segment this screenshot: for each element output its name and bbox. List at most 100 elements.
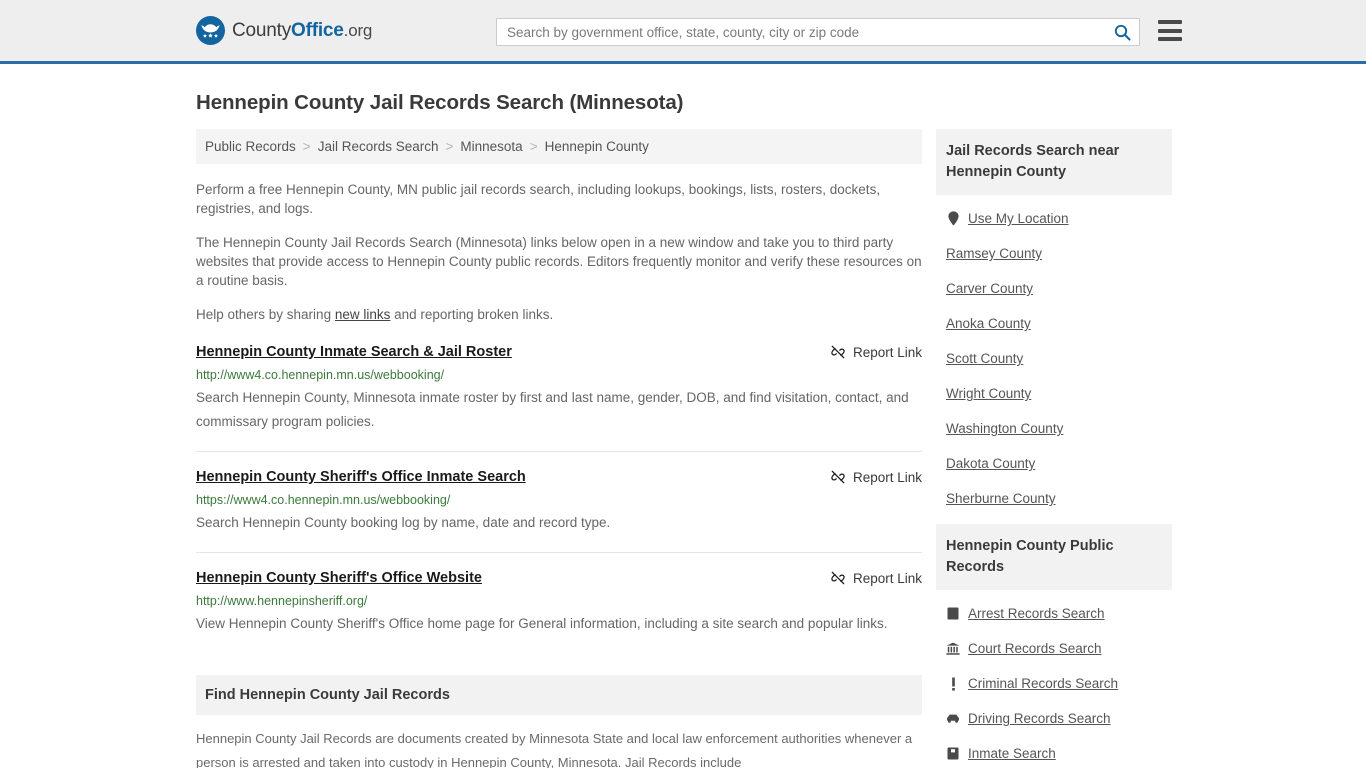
breadcrumb-item-jail-records-search[interactable]: Jail Records Search	[318, 139, 439, 154]
report-link-button[interactable]: Report Link	[830, 569, 922, 586]
report-link-button[interactable]: Report Link	[830, 343, 922, 360]
sidebar-item-label: Anoka County	[946, 316, 1031, 331]
intro-paragraph-2: The Hennepin County Jail Records Search …	[196, 235, 922, 288]
page-container: Hennepin County Jail Records Search (Min…	[0, 91, 1366, 768]
result-list: Hennepin County Inmate Search & Jail Ros…	[196, 343, 922, 653]
sidebar-item-label: Ramsey County	[946, 246, 1043, 261]
sidebar-item-driving-records-search[interactable]: Driving Records Search	[936, 701, 1172, 736]
nearby-jail-records-panel: Jail Records Search near Hennepin County…	[936, 129, 1172, 516]
car-icon	[946, 713, 960, 724]
result-title-link[interactable]: Hennepin County Sheriff's Office Website	[196, 569, 482, 587]
new-links-link[interactable]: new links	[335, 307, 391, 322]
hamburger-menu-icon[interactable]	[1158, 20, 1182, 41]
eagle-seal-logo-icon	[196, 16, 225, 45]
content-columns: Public Records > Jail Records Search > M…	[196, 129, 1176, 768]
hamburger-bar	[1158, 20, 1182, 24]
courthouse-icon	[946, 642, 960, 655]
sidebar-item-label: Dakota County	[946, 456, 1036, 471]
broken-link-icon	[831, 571, 845, 585]
search-icon	[1114, 24, 1131, 41]
hamburger-bar	[1158, 37, 1182, 41]
result-url: https://www4.co.hennepin.mn.us/webbookin…	[196, 493, 451, 507]
result-header: Hennepin County Sheriff's Office Inmate …	[196, 468, 922, 486]
sidebar-item-ramsey-county[interactable]: Ramsey County	[936, 236, 1172, 271]
hamburger-bar	[1158, 28, 1182, 33]
intro-text: Perform a free Hennepin County, MN publi…	[196, 180, 922, 324]
intro-p3-before: Help others by sharing	[196, 307, 335, 322]
breadcrumb-item-minnesota[interactable]: Minnesota	[460, 139, 522, 154]
brand-wordmark: CountyOffice.org	[232, 20, 372, 42]
broken-link-icon	[831, 345, 845, 359]
result-url: http://www.hennepinsheriff.org/	[196, 594, 368, 608]
sidebar-item-label: Criminal Records Search	[968, 676, 1119, 691]
map-pin-icon	[946, 211, 960, 226]
broken-link-icon	[831, 470, 845, 484]
fingerprint-icon	[946, 607, 960, 620]
sidebar-item-criminal-records-search[interactable]: Criminal Records Search	[936, 666, 1172, 701]
sidebar-item-label: Arrest Records Search	[968, 606, 1105, 621]
intro-paragraph-3: Help others by sharing new links and rep…	[196, 305, 922, 324]
result-item: Hennepin County Sheriff's Office Website…	[196, 569, 922, 653]
sidebar-item-label: Scott County	[946, 351, 1024, 366]
site-logo[interactable]: CountyOffice.org	[196, 16, 372, 45]
search-input[interactable]	[497, 19, 1105, 45]
site-header: CountyOffice.org	[0, 0, 1366, 64]
sidebar-item-label: Wright County	[946, 386, 1032, 401]
sidebar-item-label: Sherburne County	[946, 491, 1056, 506]
sidebar-item-dakota-county[interactable]: Dakota County	[936, 446, 1172, 481]
public-records-panel-list: Arrest Records Search Court Records Sear…	[936, 590, 1172, 768]
result-item: Hennepin County Sheriff's Office Inmate …	[196, 468, 922, 553]
brand-part2: Office	[291, 19, 344, 41]
intro-p3-after: and reporting broken links.	[390, 307, 554, 322]
sidebar-item-label: Driving Records Search	[968, 711, 1111, 726]
sidebar-item-court-records-search[interactable]: Court Records Search	[936, 631, 1172, 666]
sidebar-item-washington-county[interactable]: Washington County	[936, 411, 1172, 446]
report-link-label: Report Link	[852, 570, 922, 586]
sidebar-item-carver-county[interactable]: Carver County	[936, 271, 1172, 306]
search-button[interactable]	[1105, 19, 1139, 45]
sidebar-item-sherburne-county[interactable]: Sherburne County	[936, 481, 1172, 516]
sidebar-item-label: Court Records Search	[968, 641, 1102, 656]
result-url: http://www4.co.hennepin.mn.us/webbooking…	[196, 368, 445, 382]
brand-tld: .org	[343, 20, 373, 40]
result-item: Hennepin County Inmate Search & Jail Ros…	[196, 343, 922, 452]
sidebar-item-label: Use My Location	[968, 211, 1069, 226]
sidebar-item-label: Carver County	[946, 281, 1034, 296]
brand-part1: County	[232, 19, 292, 41]
report-link-label: Report Link	[852, 344, 922, 360]
result-title-link[interactable]: Hennepin County Inmate Search & Jail Ros…	[196, 343, 512, 361]
breadcrumb-separator: >	[529, 139, 538, 154]
result-description: Search Hennepin County booking log by na…	[196, 515, 611, 530]
breadcrumb-separator: >	[302, 139, 311, 154]
breadcrumb-item-hennepin-county: Hennepin County	[544, 139, 649, 154]
intro-paragraph-1: Perform a free Hennepin County, MN publi…	[196, 182, 881, 216]
sidebar-item-arrest-records-search[interactable]: Arrest Records Search	[936, 596, 1172, 631]
sidebar-item-anoka-county[interactable]: Anoka County	[936, 306, 1172, 341]
find-records-heading: Find Hennepin County Jail Records	[196, 675, 922, 715]
result-title-link[interactable]: Hennepin County Sheriff's Office Inmate …	[196, 468, 526, 486]
sidebar-item-inmate-search[interactable]: Inmate Search	[936, 736, 1172, 768]
sidebar-item-scott-county[interactable]: Scott County	[936, 341, 1172, 376]
search-bar	[496, 18, 1140, 46]
find-records-body: Hennepin County Jail Records are documen…	[196, 727, 922, 768]
report-link-label: Report Link	[852, 469, 922, 485]
find-records-paragraph: Hennepin County Jail Records are documen…	[196, 731, 913, 768]
public-records-panel: Hennepin County Public Records Arrest Re…	[936, 524, 1172, 768]
jail-door-icon	[946, 747, 960, 760]
result-description: View Hennepin County Sheriff's Office ho…	[196, 616, 888, 631]
report-link-button[interactable]: Report Link	[830, 468, 922, 485]
result-header: Hennepin County Sheriff's Office Website…	[196, 569, 922, 587]
sidebar-item-label: Inmate Search	[968, 746, 1056, 761]
sidebar-item-use-my-location[interactable]: Use My Location	[936, 201, 1172, 236]
result-description: Search Hennepin County, Minnesota inmate…	[196, 390, 909, 429]
breadcrumb-separator: >	[445, 139, 454, 154]
exclamation-icon	[946, 677, 960, 691]
breadcrumb-item-public-records[interactable]: Public Records	[205, 139, 296, 154]
sidebar-item-wright-county[interactable]: Wright County	[936, 376, 1172, 411]
sidebar-item-label: Washington County	[946, 421, 1064, 436]
nearby-panel-list: Use My Location Ramsey County Carver Cou…	[936, 195, 1172, 516]
sidebar: Jail Records Search near Hennepin County…	[936, 129, 1172, 768]
breadcrumb: Public Records > Jail Records Search > M…	[196, 129, 922, 164]
main-content: Public Records > Jail Records Search > M…	[196, 129, 922, 768]
nearby-panel-heading: Jail Records Search near Hennepin County	[936, 129, 1172, 195]
